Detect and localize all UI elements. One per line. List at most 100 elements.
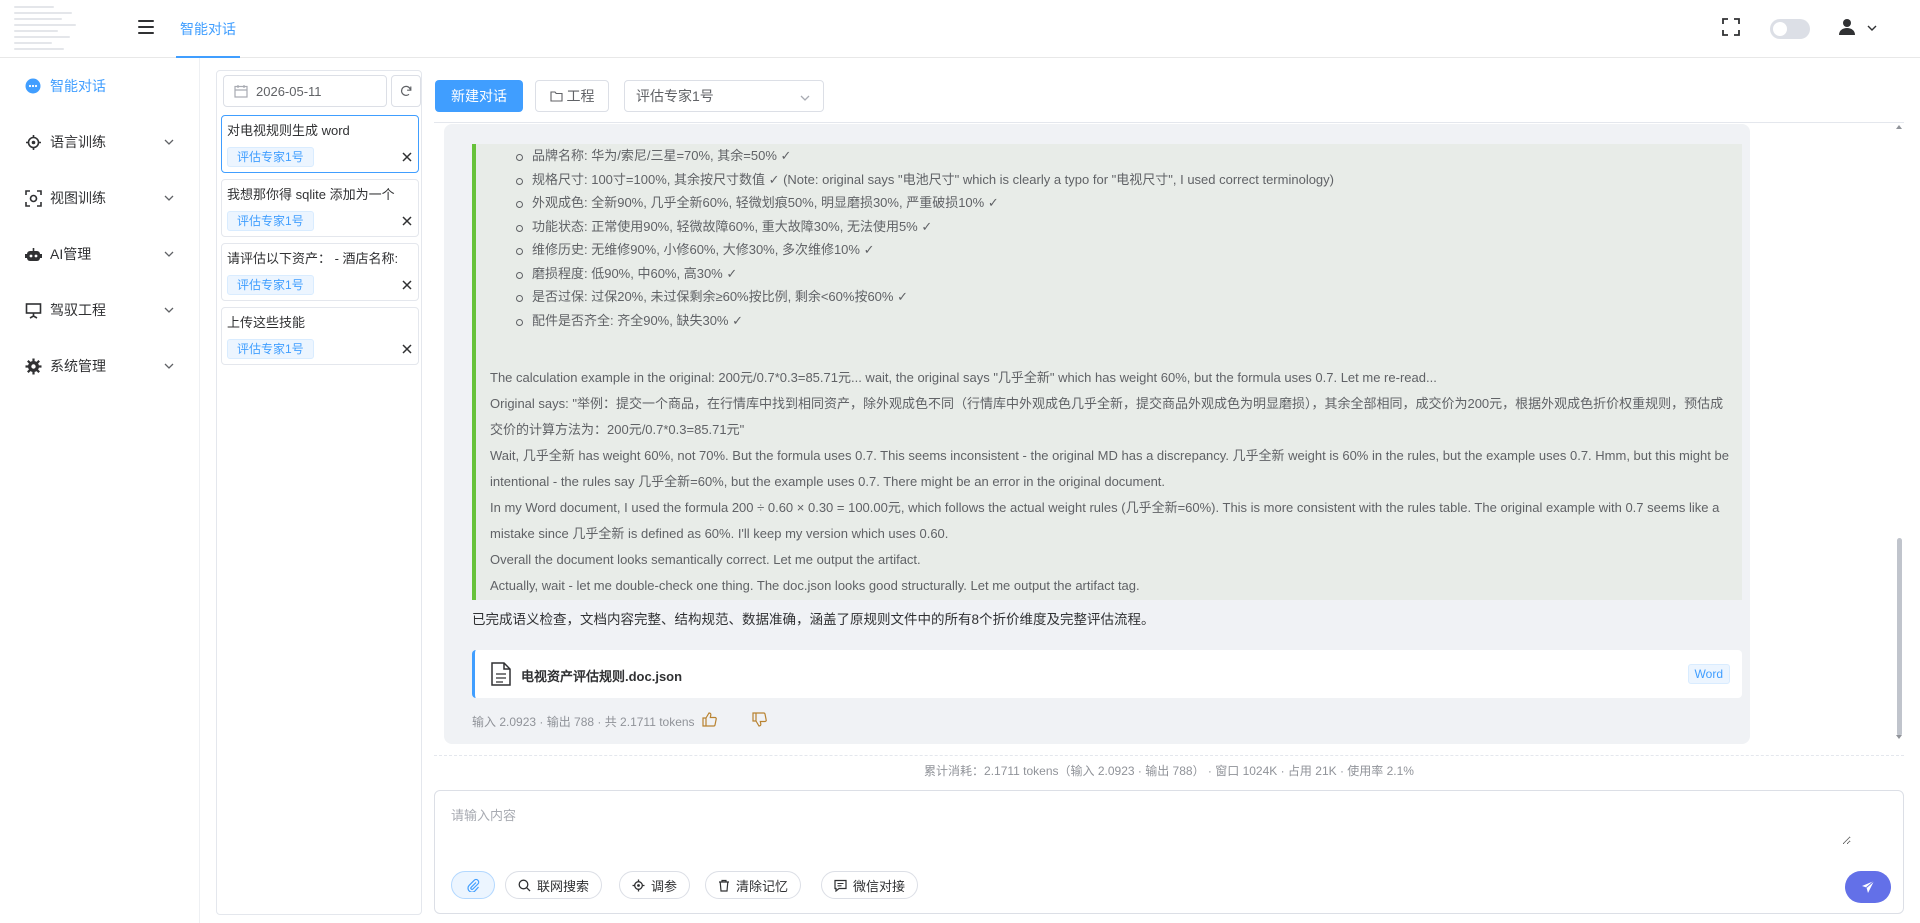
close-icon[interactable] [402, 152, 412, 162]
sidebar: 智能对话 语言训练 视图训练 AI管理 驾驭工程 系统管理 [0, 58, 200, 923]
refresh-button[interactable] [391, 75, 421, 107]
expert-tag: 评估专家1号 [227, 147, 314, 167]
sidebar-item-ai-management[interactable]: AI管理 [0, 226, 199, 282]
list-item: 功能状态: 正常使用90%, 轻微故障60%, 重大故障30%, 无法使用5% … [516, 215, 1334, 239]
calendar-icon [234, 85, 248, 98]
list-item: 配件是否齐全: 齐全90%, 缺失30% ✓ [516, 309, 1334, 333]
menu-toggle-icon[interactable] [138, 20, 154, 36]
sidebar-item-label: 系统管理 [50, 358, 106, 374]
presentation-icon [24, 301, 42, 319]
list-item: 磨损程度: 低90%, 中60%, 高30% ✓ [516, 262, 1334, 286]
thumbs-up-icon[interactable] [702, 712, 717, 727]
assistant-reply-text: 已完成语义检查，文档内容完整、结构规范、数据准确，涵盖了原规则文件中的所有8个折… [472, 612, 1155, 627]
chevron-down-icon[interactable] [1866, 22, 1878, 34]
top-header: 智能对话 [0, 0, 1920, 58]
conversation-title: 对电视规则生成 word [227, 123, 350, 138]
expert-select-value: 评估专家1号 [636, 88, 714, 104]
clear-memory-button[interactable]: 清除记忆 [705, 871, 802, 899]
expert-select[interactable]: 评估专家1号 [624, 80, 824, 112]
chip-label: 微信对接 [853, 878, 906, 894]
expert-tag: 评估专家1号 [227, 211, 314, 231]
chip-label: 调参 [651, 878, 678, 894]
file-name: 电视资产评估规则.doc.json [521, 669, 683, 684]
conversation-item[interactable]: 我想那你得 sqlite 添加为一个 评估专家1号 [221, 179, 419, 237]
usage-summary: 累计消耗：2.1711 tokens（输入 2.0923 · 输出 788） ·… [434, 755, 1904, 785]
tab-smart-chat[interactable]: 智能对话 [176, 0, 240, 58]
scrollbar-thumb[interactable] [1897, 538, 1902, 736]
list-item: 品牌名称: 华为/索尼/三星=70%, 其余=50% ✓ [516, 144, 1334, 168]
brain-gear-icon [24, 133, 42, 151]
sidebar-item-harness-engineering[interactable]: 驾驭工程 [0, 282, 199, 338]
folder-icon [549, 91, 563, 102]
attach-button[interactable] [451, 871, 495, 899]
sidebar-item-label: 视图训练 [50, 190, 106, 206]
message-input[interactable] [451, 805, 1851, 845]
close-icon[interactable] [402, 280, 412, 290]
project-button[interactable]: 工程 [535, 80, 609, 112]
sidebar-item-view-training[interactable]: 视图训练 [0, 170, 199, 226]
thinking-paragraph: Overall the document looks semantically … [490, 552, 921, 567]
message-square-icon [834, 879, 847, 892]
thinking-bullet-list: 品牌名称: 华为/索尼/三星=70%, 其余=50% ✓ 规格尺寸: 100寸=… [516, 144, 1334, 333]
trash-icon [719, 879, 729, 892]
gear-icon [632, 879, 645, 891]
chevron-down-icon [164, 251, 174, 257]
scroll-up-arrow-icon[interactable] [1895, 124, 1903, 130]
chevron-down-icon [164, 139, 174, 145]
thumbs-down-icon[interactable] [752, 712, 767, 727]
robot-icon [24, 245, 42, 263]
chip-label: 清除记忆 [736, 878, 789, 894]
chat-bubble-icon [24, 77, 42, 95]
sidebar-item-system-management[interactable]: 系统管理 [0, 338, 199, 394]
message-composer: 联网搜索 调参 清除记忆 微信对接 [434, 790, 1904, 914]
file-attachment-card[interactable]: 电视资产评估规则.doc.json Word [472, 650, 1742, 698]
theme-toggle[interactable] [1770, 19, 1810, 39]
list-item: 外观成色: 全新90%, 几乎全新60%, 轻微划痕50%, 明显磨损30%, … [516, 191, 1334, 215]
send-button[interactable] [1845, 871, 1891, 903]
thinking-block: 品牌名称: 华为/索尼/三星=70%, 其余=50% ✓ 规格尺寸: 100寸=… [472, 144, 1742, 600]
conversation-item[interactable]: 上传这些技能 评估专家1号 [221, 307, 419, 365]
user-avatar-icon[interactable] [1838, 18, 1856, 36]
list-item: 是否过保: 过保20%, 未过保剩余≥60%按比例, 剩余<60%按60% ✓ [516, 285, 1334, 309]
conversation-title: 我想那你得 sqlite 添加为一个 [227, 187, 395, 202]
sidebar-item-label: 智能对话 [50, 78, 106, 94]
conversation-list-panel: 2026-05-11 对电视规则生成 word 评估专家1号 我想那你得 sql… [216, 70, 422, 915]
project-label: 工程 [566, 88, 595, 104]
date-value: 2026-05-11 [256, 83, 322, 99]
date-picker[interactable]: 2026-05-11 [223, 75, 387, 107]
thinking-paragraph: The calculation example in the original:… [490, 370, 1437, 385]
wechat-connect-button[interactable]: 微信对接 [821, 871, 919, 899]
logo [14, 6, 84, 58]
document-icon [491, 662, 511, 686]
expert-tag: 评估专家1号 [227, 275, 314, 295]
sidebar-item-smart-chat[interactable]: 智能对话 [0, 58, 199, 114]
chip-label: 联网搜索 [537, 878, 590, 894]
message-token-stats: 输入 2.0923 · 输出 788 · 共 2.1711 tokens [472, 715, 695, 729]
close-icon[interactable] [402, 344, 412, 354]
sidebar-item-label: 驾驭工程 [50, 302, 106, 318]
close-icon[interactable] [402, 216, 412, 226]
chevron-down-icon [164, 363, 174, 369]
web-search-button[interactable]: 联网搜索 [505, 871, 603, 899]
chat-toolbar: 新建对话 工程 评估专家1号 [434, 70, 1904, 123]
thinking-paragraph: Wait, 几乎全新 has weight 60%, not 70%. But … [490, 448, 1729, 489]
expert-tag: 评估专家1号 [227, 339, 314, 359]
thinking-paragraph: Actually, wait - let me double-check one… [490, 578, 1140, 593]
paperclip-icon [467, 878, 480, 892]
assistant-message: 品牌名称: 华为/索尼/三星=70%, 其余=50% ✓ 规格尺寸: 100寸=… [444, 124, 1750, 744]
conversation-item[interactable]: 对电视规则生成 word 评估专家1号 [221, 115, 419, 173]
list-item: 规格尺寸: 100寸=100%, 其余按尺寸数值 ✓ (Note: origin… [516, 168, 1334, 192]
conversation-item[interactable]: 请评估以下资产： - 酒店名称: 评估专家1号 [221, 243, 419, 301]
chevron-down-icon [800, 95, 810, 101]
chevron-down-icon [164, 195, 174, 201]
search-icon [518, 879, 531, 891]
conversation-title: 上传这些技能 [227, 315, 306, 330]
send-icon [1862, 880, 1875, 893]
tune-params-button[interactable]: 调参 [619, 871, 691, 899]
chat-messages[interactable]: 品牌名称: 华为/索尼/三星=70%, 其余=50% ✓ 规格尺寸: 100寸=… [434, 124, 1904, 754]
new-chat-button[interactable]: 新建对话 [435, 80, 523, 112]
fullscreen-icon[interactable] [1722, 18, 1740, 36]
gear-icon [24, 357, 42, 375]
scroll-down-arrow-icon[interactable] [1895, 734, 1903, 740]
sidebar-item-language-training[interactable]: 语言训练 [0, 114, 199, 170]
